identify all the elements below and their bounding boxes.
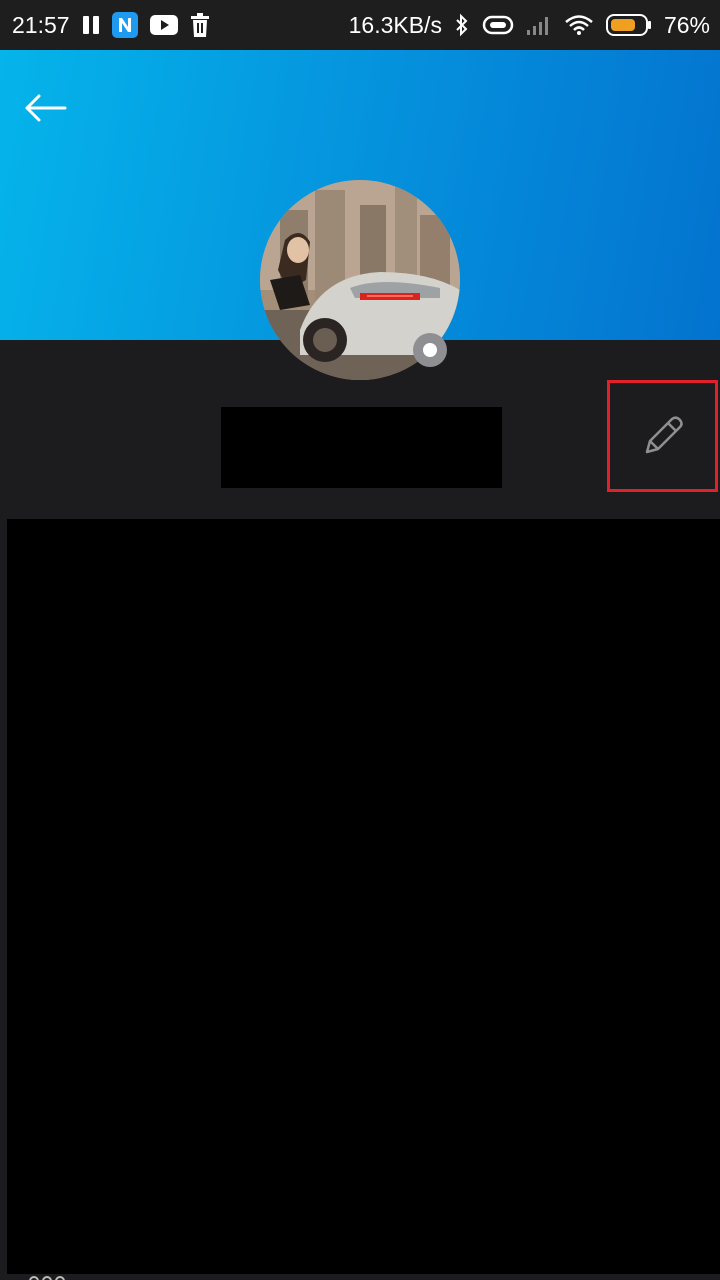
- status-bar-right: 16.3KB/s 76%: [349, 12, 710, 39]
- signal-icon: [526, 14, 552, 36]
- bottom-fragment: [28, 1268, 68, 1280]
- network-speed: 16.3KB/s: [348, 11, 442, 38]
- status-indicator: [413, 333, 447, 367]
- pencil-icon: [645, 416, 683, 454]
- back-button[interactable]: [20, 88, 70, 128]
- status-bar: 21:57 16.3KB/s 76%: [0, 0, 720, 50]
- edit-profile-button[interactable]: [607, 380, 718, 492]
- battery-percent: 76%: [663, 11, 710, 38]
- wifi-icon: [564, 14, 594, 36]
- vibrate-icon: [482, 14, 514, 36]
- status-bar-left: 21:57: [12, 12, 210, 39]
- youtube-icon: [149, 15, 178, 35]
- profile-name: [221, 407, 502, 488]
- bluetooth-icon: [454, 13, 470, 37]
- arrow-left-icon: [25, 94, 67, 122]
- profile-content: [7, 519, 720, 1274]
- battery-icon: [605, 13, 652, 37]
- status-time: 21:57: [12, 11, 70, 38]
- app-n-icon: [111, 12, 138, 38]
- trash-icon: [190, 13, 210, 37]
- pause-icon: [82, 15, 100, 35]
